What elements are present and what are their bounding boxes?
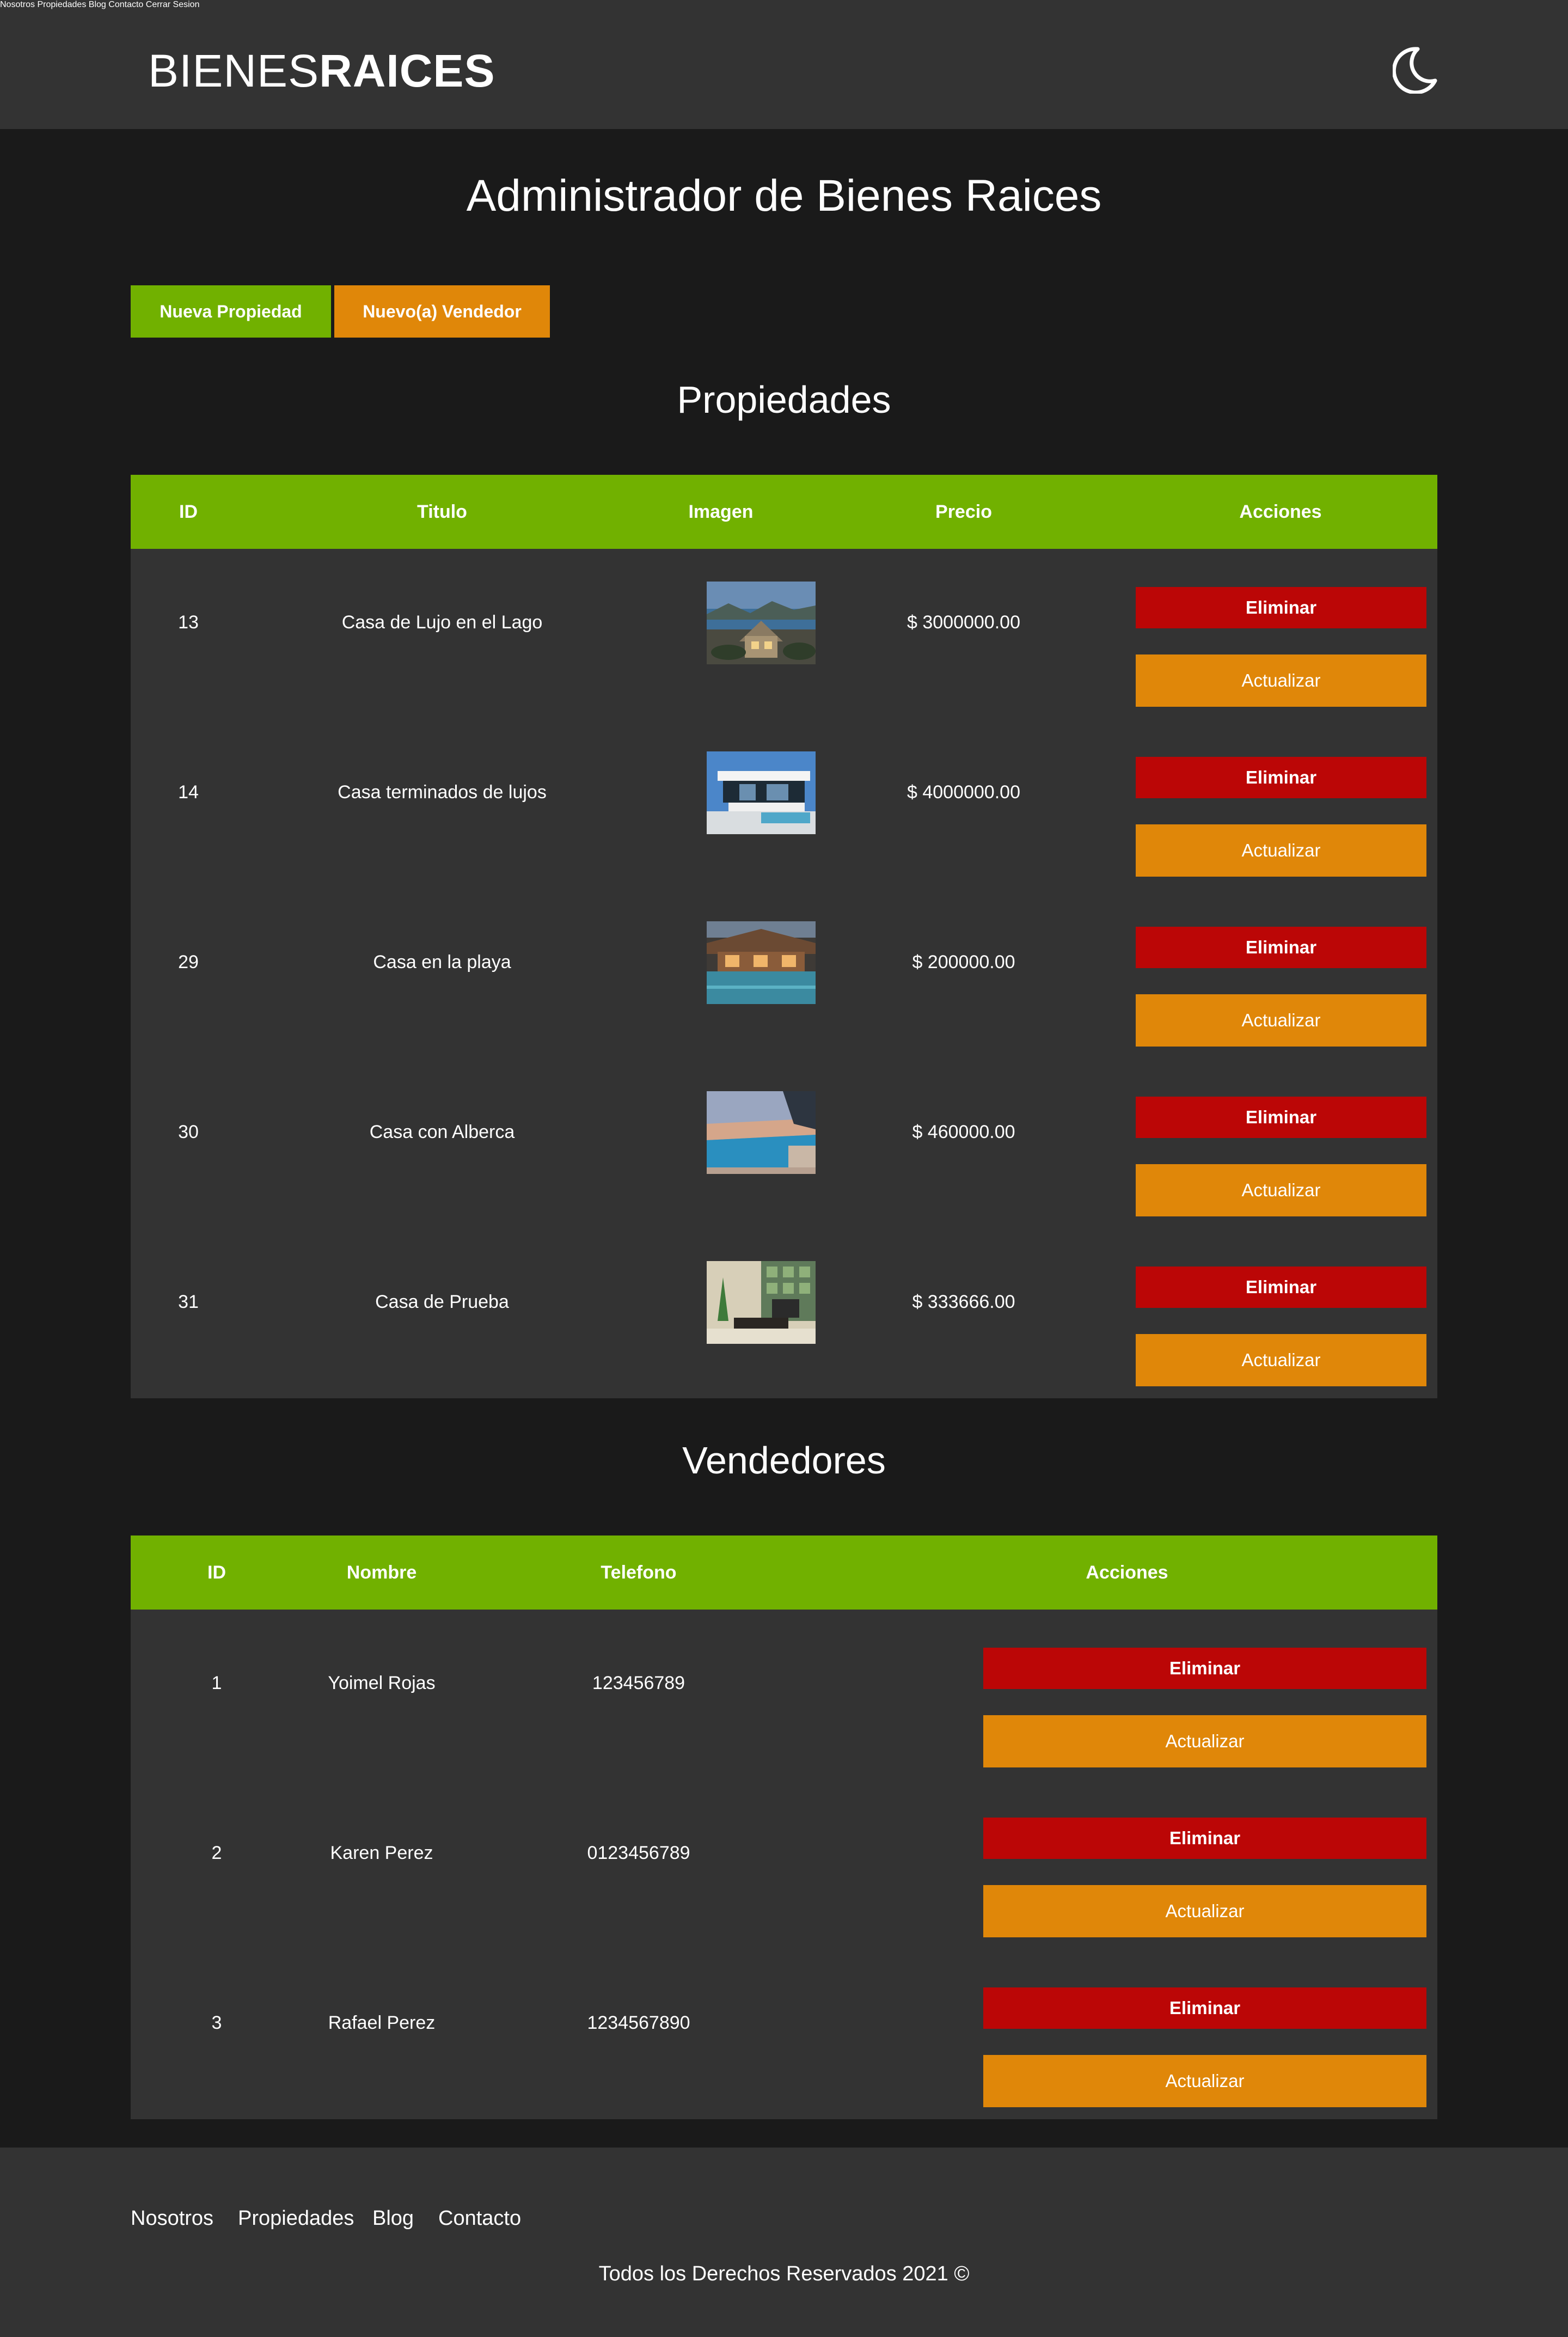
property-id: 30 <box>178 1122 199 1142</box>
main-nav: Nosotros Propiedades Blog Contacto Cerra… <box>0 0 1568 10</box>
seller-id: 1 <box>211 1673 222 1693</box>
properties-title: Propiedades <box>677 378 891 421</box>
footer-link-nosotros[interactable]: Nosotros <box>131 2203 213 2234</box>
update-property-button[interactable]: Actualizar <box>1136 1164 1426 1216</box>
nav-link-nosotros[interactable]: Nosotros <box>0 0 35 9</box>
moon-icon[interactable] <box>1392 46 1437 95</box>
seller-name: Karen Perez <box>330 1843 433 1863</box>
property-image <box>707 582 816 664</box>
property-image <box>707 751 816 834</box>
column-header-acciones: Acciones <box>1086 1562 1168 1583</box>
seller-name: Yoimel Rojas <box>328 1673 436 1693</box>
seller-id: 3 <box>211 2012 222 2033</box>
property-id: 13 <box>178 612 199 633</box>
property-title: Casa de Lujo en el Lago <box>341 612 543 633</box>
delete-property-button[interactable]: Eliminar <box>1136 1097 1426 1138</box>
site-footer <box>0 2148 1568 2337</box>
logo-text-bold: RAICES <box>319 45 495 96</box>
nav-link-cerrar-sesion[interactable]: Cerrar Sesion <box>146 0 200 9</box>
property-title: Casa de Prueba <box>375 1292 509 1312</box>
update-seller-button[interactable]: Actualizar <box>983 1885 1426 1937</box>
properties-table-header: ID Titulo Imagen Precio Acciones <box>131 475 1437 549</box>
copyright-text: Todos los Derechos Reservados 2021 © <box>598 2262 970 2285</box>
property-price: $ 460000.00 <box>912 1122 1015 1142</box>
update-property-button[interactable]: Actualizar <box>1136 654 1426 707</box>
new-property-button[interactable]: Nueva Propiedad <box>131 285 331 338</box>
update-property-button[interactable]: Actualizar <box>1136 1334 1426 1386</box>
delete-seller-button[interactable]: Eliminar <box>983 1818 1426 1859</box>
table-row: 2 Karen Perez 0123456789 Eliminar Actual… <box>131 1779 1437 1949</box>
property-price: $ 333666.00 <box>912 1292 1015 1312</box>
new-seller-button[interactable]: Nuevo(a) Vendedor <box>334 285 550 338</box>
footer-link-blog[interactable]: Blog <box>372 2203 414 2234</box>
delete-property-button[interactable]: Eliminar <box>1136 1267 1426 1308</box>
seller-name: Rafael Perez <box>328 2012 436 2033</box>
property-id: 14 <box>178 782 199 803</box>
update-seller-button[interactable]: Actualizar <box>983 1715 1426 1767</box>
sellers-table-header: ID Nombre Telefono Acciones <box>131 1535 1437 1610</box>
nav-link-blog[interactable]: Blog <box>89 0 106 9</box>
column-header-id: ID <box>179 501 198 522</box>
delete-property-button[interactable]: Eliminar <box>1136 927 1426 968</box>
nav-link-propiedades[interactable]: Propiedades <box>37 0 86 9</box>
property-price: $ 4000000.00 <box>907 782 1020 803</box>
nav-link-contacto[interactable]: Contacto <box>108 0 143 9</box>
table-row: 3 Rafael Perez 1234567890 Eliminar Actua… <box>131 1949 1437 2119</box>
property-title: Casa en la playa <box>373 952 511 972</box>
column-header-id: ID <box>207 1562 226 1583</box>
site-header: BIENESRAICES Nosotros Propiedades Blog C… <box>0 0 1568 129</box>
column-header-telefono: Telefono <box>601 1562 677 1583</box>
property-image <box>707 921 816 1004</box>
update-property-button[interactable]: Actualizar <box>1136 994 1426 1047</box>
sellers-table: ID Nombre Telefono Acciones 1 Yoimel Roj… <box>131 1535 1437 2119</box>
property-title: Casa terminados de lujos <box>338 782 547 803</box>
table-row: 1 Yoimel Rojas 123456789 Eliminar Actual… <box>131 1610 1437 1779</box>
footer-link-contacto[interactable]: Contacto <box>438 2203 521 2234</box>
column-header-nombre: Nombre <box>346 1562 417 1583</box>
column-header-precio: Precio <box>935 501 992 522</box>
page-title: Administrador de Bienes Raices <box>466 171 1102 221</box>
delete-property-button[interactable]: Eliminar <box>1136 757 1426 798</box>
property-id: 31 <box>178 1292 199 1312</box>
update-property-button[interactable]: Actualizar <box>1136 824 1426 877</box>
property-price: $ 200000.00 <box>912 952 1015 972</box>
table-row: 14 Casa terminados de lujos $ 4000000.00… <box>131 719 1437 889</box>
property-price: $ 3000000.00 <box>907 612 1020 633</box>
footer-link-propiedades[interactable]: Propiedades <box>238 2203 354 2234</box>
delete-seller-button[interactable]: Eliminar <box>983 1987 1426 2029</box>
property-id: 29 <box>178 952 199 972</box>
seller-id: 2 <box>211 1843 222 1863</box>
column-header-acciones: Acciones <box>1239 501 1322 522</box>
sellers-title: Vendedores <box>682 1439 886 1482</box>
logo-text-thin: BIENES <box>148 45 320 96</box>
property-title: Casa con Alberca <box>369 1122 515 1142</box>
table-row: 31 Casa de Prueba $ 333666.00 Eliminar A… <box>131 1228 1437 1398</box>
site-logo[interactable]: BIENESRAICES <box>148 44 495 98</box>
properties-table: ID Titulo Imagen Precio Acciones 13 Casa… <box>131 475 1437 1398</box>
update-seller-button[interactable]: Actualizar <box>983 2055 1426 2107</box>
table-row: 29 Casa en la playa $ 200000.00 Eliminar… <box>131 889 1437 1059</box>
table-row: 13 Casa de Lujo en el Lago $ 3000000.00 … <box>131 549 1437 719</box>
seller-phone: 123456789 <box>592 1673 685 1693</box>
delete-seller-button[interactable]: Eliminar <box>983 1648 1426 1689</box>
column-header-imagen: Imagen <box>688 501 754 522</box>
property-image <box>707 1091 816 1174</box>
seller-phone: 1234567890 <box>587 2012 690 2033</box>
delete-property-button[interactable]: Eliminar <box>1136 587 1426 628</box>
property-image <box>707 1261 816 1344</box>
column-header-titulo: Titulo <box>417 501 467 522</box>
seller-phone: 0123456789 <box>587 1843 690 1863</box>
table-row: 30 Casa con Alberca $ 460000.00 Eliminar… <box>131 1059 1437 1228</box>
